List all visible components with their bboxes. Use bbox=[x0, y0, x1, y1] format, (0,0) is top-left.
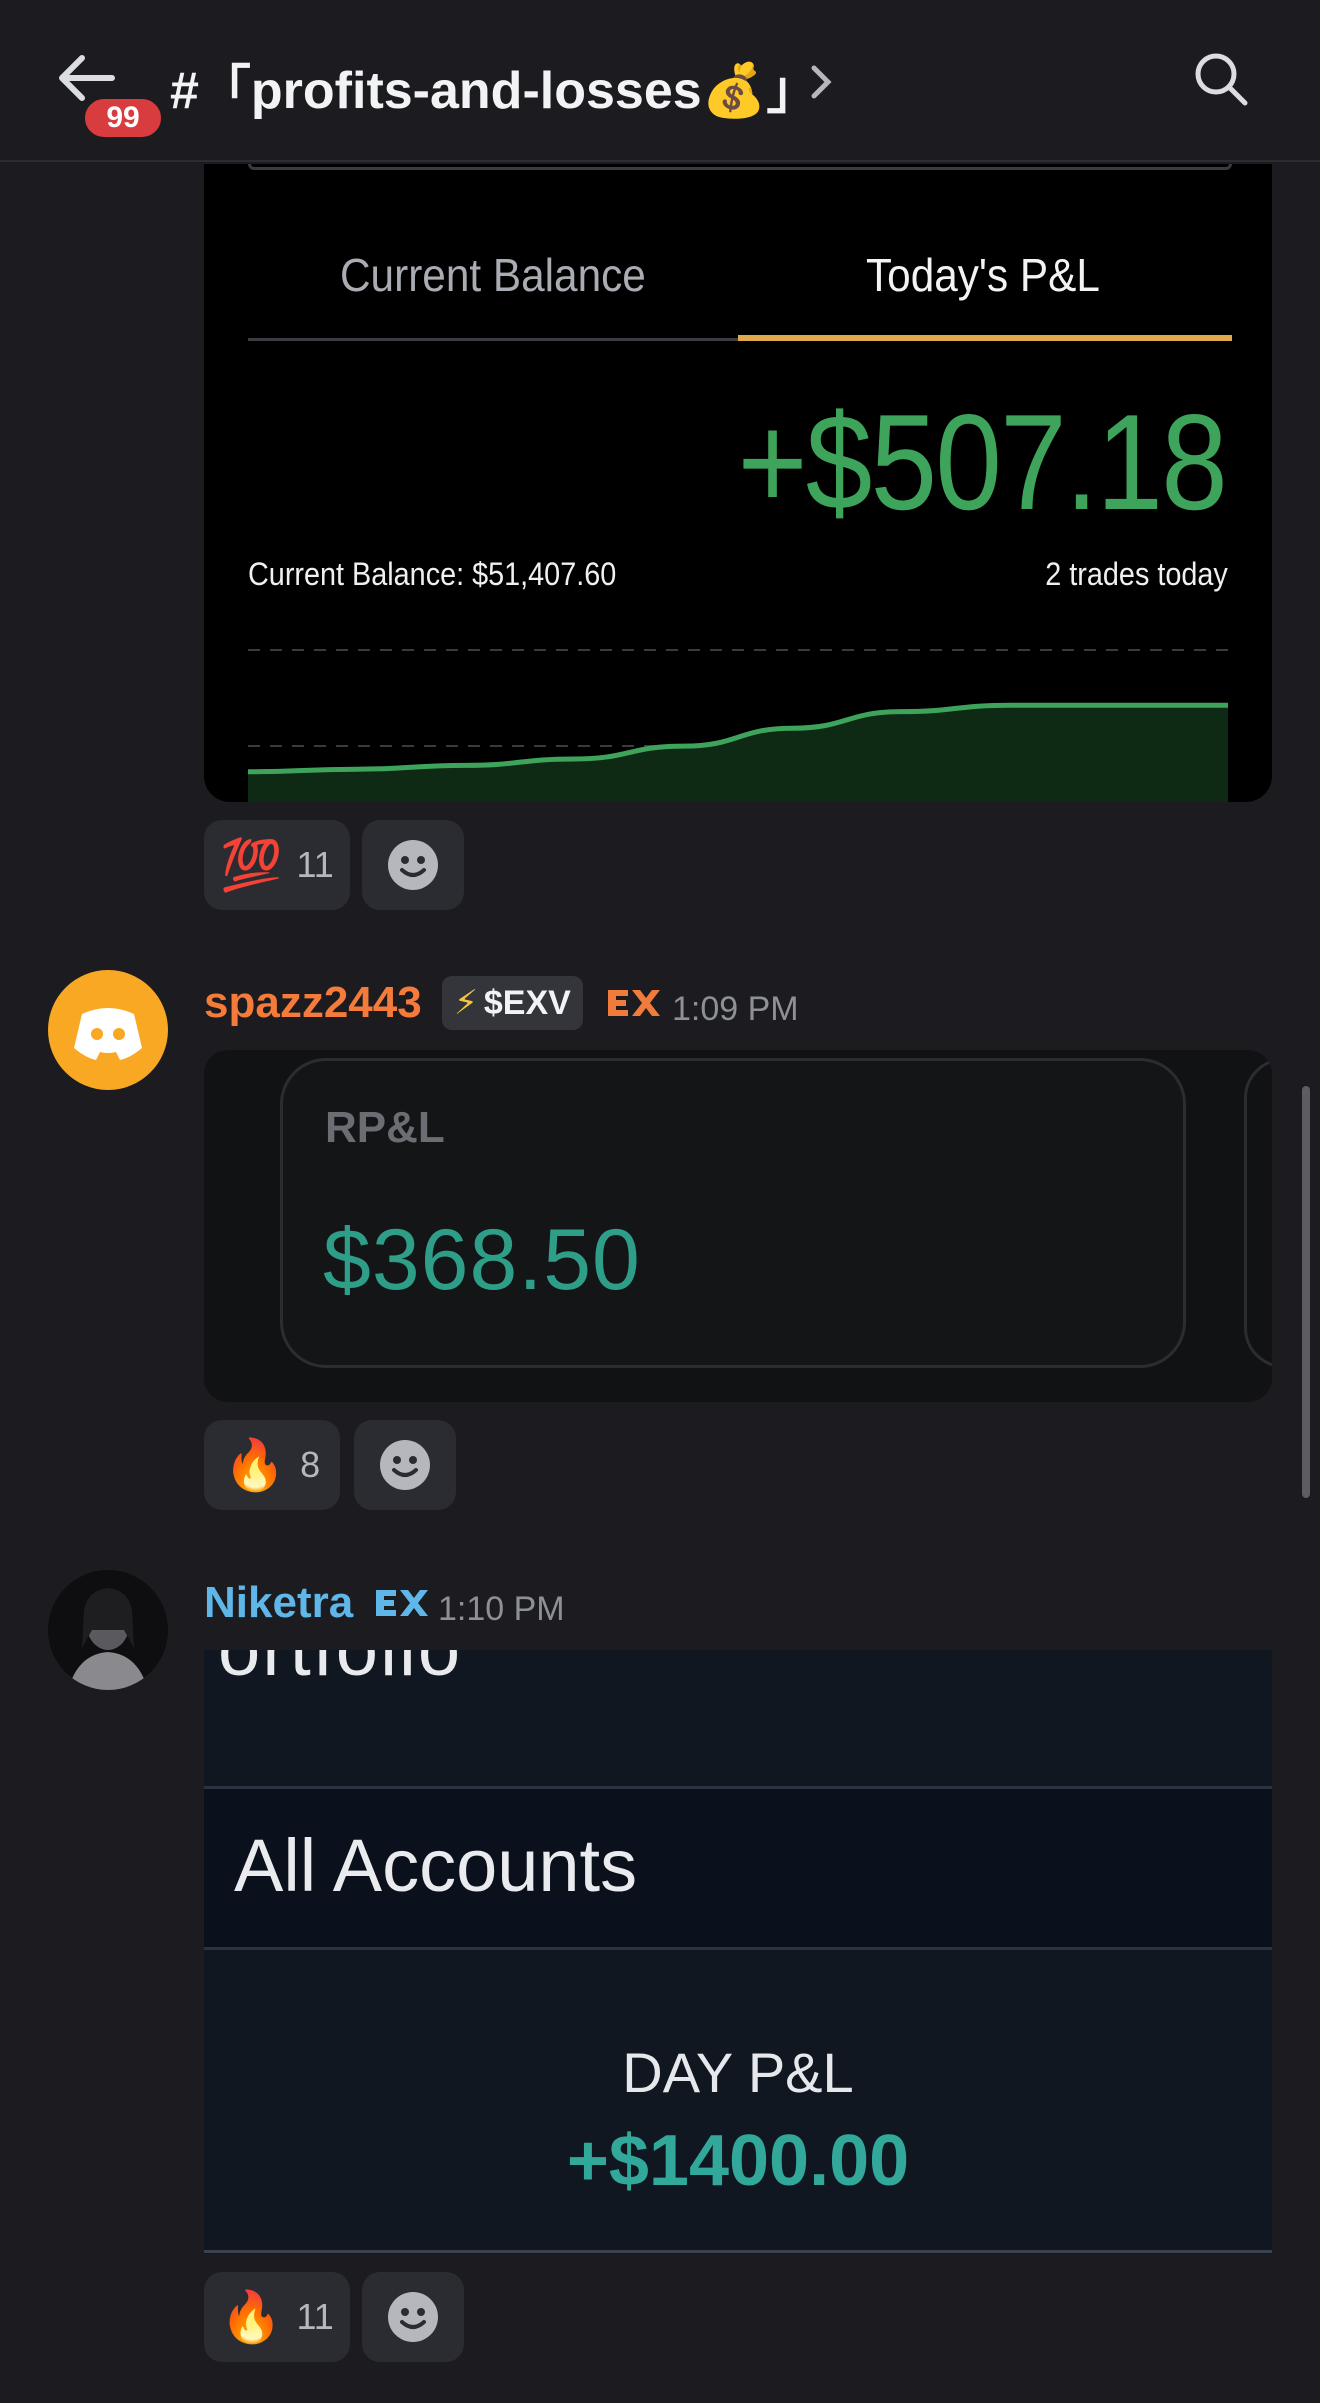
discord-logo-icon bbox=[74, 1008, 142, 1060]
channel-header: 99 #「profits-and-losses💰」 bbox=[0, 0, 1320, 162]
tab-todays-pnl: Today's P&L bbox=[866, 249, 1100, 301]
portfolio-heading-partial: ortfolio bbox=[218, 1650, 462, 1693]
embed-bottom-border bbox=[204, 2250, 1272, 2253]
username-spazz2443[interactable]: spazz2443 bbox=[204, 978, 422, 1028]
all-accounts-label: All Accounts bbox=[234, 1824, 638, 1907]
add-reaction-button[interactable] bbox=[362, 2272, 464, 2362]
smiley-icon bbox=[388, 2292, 438, 2342]
day-pnl-label: DAY P&L bbox=[622, 2041, 854, 2104]
current-balance-text: Current Balance: $51,407.60 bbox=[248, 556, 617, 592]
channel-name[interactable]: #「profits-and-losses💰」 bbox=[170, 48, 818, 123]
add-reaction-button[interactable] bbox=[354, 1420, 456, 1510]
search-icon[interactable] bbox=[1192, 50, 1250, 113]
reaction-100[interactable]: 💯 11 bbox=[204, 820, 350, 910]
scrollbar[interactable] bbox=[1302, 1086, 1310, 1498]
reaction-count: 11 bbox=[296, 2296, 334, 2337]
tag-label: $EXV bbox=[483, 983, 571, 1022]
reaction-count: 11 bbox=[296, 844, 334, 885]
rpnl-label: RP&L bbox=[325, 1103, 445, 1152]
rpnl-card: RP&L $368.50 bbox=[280, 1058, 1186, 1368]
rpnl-value: $368.50 bbox=[323, 1212, 641, 1308]
reaction-fire[interactable]: 🔥 8 bbox=[204, 1420, 340, 1510]
embed-top-border bbox=[248, 164, 1232, 170]
avatar-spazz2443[interactable] bbox=[48, 970, 168, 1090]
ex-role-icon bbox=[606, 986, 660, 1025]
unread-badge: 99 bbox=[80, 94, 166, 142]
all-accounts-bar: All Accounts bbox=[204, 1786, 1272, 1950]
pnl-sparkline bbox=[248, 649, 1228, 802]
day-pnl-value: +$1400.00 bbox=[566, 2121, 910, 2201]
fire-icon: 🔥 bbox=[223, 1436, 287, 1493]
fire-icon: 🔥 bbox=[220, 2288, 283, 2345]
add-reaction-button[interactable] bbox=[362, 820, 464, 910]
ex-role-icon bbox=[374, 1586, 428, 1625]
next-card-edge bbox=[1244, 1058, 1272, 1368]
reaction-count: 8 bbox=[300, 1444, 321, 1485]
smiley-icon bbox=[380, 1440, 430, 1490]
rpnl-embed-image[interactable]: RP&L $368.50 bbox=[204, 1050, 1272, 1402]
portfolio-embed-image[interactable]: ortfolio All Accounts DAY P&L +$1400.00 bbox=[204, 1650, 1272, 2254]
timestamp: 1:10 PM bbox=[438, 1590, 565, 1628]
pnl-embed-image[interactable]: Current Balance Today's P&L +$507.18 Cur… bbox=[204, 164, 1272, 802]
chevron-right-icon[interactable] bbox=[806, 60, 836, 109]
pnl-value: +$507.18 bbox=[737, 386, 1228, 538]
sparkline-area bbox=[248, 705, 1228, 802]
lightning-icon: ⚡ bbox=[454, 984, 478, 1022]
trades-count-text: 2 trades today bbox=[1045, 556, 1228, 592]
tab-active-indicator bbox=[738, 335, 1232, 341]
timestamp: 1:09 PM bbox=[672, 990, 799, 1028]
tab-current-balance: Current Balance bbox=[340, 249, 646, 301]
avatar-niketra[interactable] bbox=[48, 1570, 168, 1690]
username-niketra[interactable]: Niketra bbox=[204, 1578, 353, 1628]
smiley-icon bbox=[388, 840, 438, 890]
reaction-fire[interactable]: 🔥 11 bbox=[204, 2272, 350, 2362]
server-tag[interactable]: ⚡ $EXV bbox=[442, 976, 583, 1030]
hundred-icon: 💯 bbox=[220, 836, 283, 893]
